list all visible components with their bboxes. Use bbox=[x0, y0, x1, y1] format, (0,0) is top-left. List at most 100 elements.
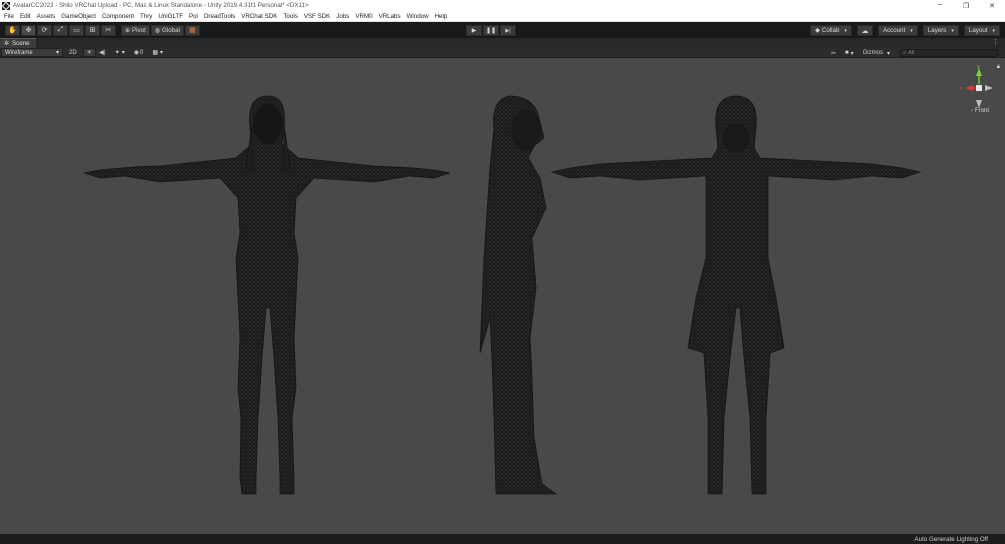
layers-dropdown[interactable]: Layers ▾ bbox=[922, 25, 959, 36]
lock-icon[interactable]: 🔒︎ bbox=[997, 64, 1000, 71]
title-bar: AvatarCC2023 - Shilo VRChat Upload - PC,… bbox=[0, 0, 1005, 11]
account-label: Account bbox=[882, 27, 906, 34]
scene-search-input[interactable]: ⌕ All bbox=[899, 49, 999, 57]
layers-label: Layers bbox=[927, 27, 947, 34]
scene-toolbar: Wireframe ▾ 2D ☀ ◀) ✦ ▾ ◉ 0 ▦ ▾ ✂ ■ ▾ Gi… bbox=[0, 48, 1005, 58]
avatar-front-view bbox=[83, 95, 451, 495]
menu-file[interactable]: File bbox=[4, 13, 14, 20]
account-dropdown[interactable]: Account ▾ bbox=[877, 25, 918, 36]
gizmos-dropdown[interactable]: Gizmos ▾ bbox=[860, 49, 893, 58]
hidden-objects-toggle[interactable]: ◉ 0 bbox=[131, 48, 147, 57]
grid-dropdown[interactable]: ▦ ▾ bbox=[149, 48, 166, 57]
move-tool-icon[interactable]: ✥ bbox=[21, 24, 36, 36]
transform-tool-icon[interactable]: ⊞ bbox=[85, 24, 100, 36]
search-placeholder: All bbox=[908, 50, 915, 56]
hand-tool-icon[interactable]: ✋ bbox=[5, 24, 20, 36]
menu-help[interactable]: Help bbox=[435, 13, 448, 20]
chevron-down-icon: ▾ bbox=[951, 27, 954, 34]
view-label[interactable]: ◦ Front bbox=[971, 108, 989, 114]
menu-jobs[interactable]: Jobs bbox=[336, 13, 349, 20]
snap-grid-icon[interactable]: ▦ bbox=[184, 24, 200, 36]
audio-toggle-icon[interactable]: ◀) bbox=[96, 48, 109, 57]
minimize-button[interactable]: ─ bbox=[927, 0, 953, 11]
toolbar-right: ◆ Collab ▾ ☁ Account ▾ Layers ▾ Layout ▾ bbox=[805, 25, 1000, 36]
menu-tools[interactable]: Tools bbox=[283, 13, 297, 20]
menu-unigltf[interactable]: UniGLTF bbox=[158, 13, 183, 20]
collab-icon: ◆ bbox=[815, 27, 820, 34]
draw-mode-dropdown[interactable]: Wireframe ▾ bbox=[1, 48, 63, 57]
eye-icon: ◉ bbox=[133, 50, 139, 56]
pivot-toggle[interactable]: ⊕ Pivot bbox=[121, 24, 150, 36]
chevron-down-icon: ▾ bbox=[886, 50, 890, 57]
camera-dropdown[interactable]: ■ ▾ bbox=[842, 49, 857, 58]
menu-component[interactable]: Component bbox=[102, 13, 134, 20]
lighting-toggle-icon[interactable]: ☀ bbox=[82, 48, 97, 57]
avatar-back-view bbox=[550, 95, 922, 495]
lighting-status[interactable]: Auto Generate Lighting Off bbox=[915, 536, 989, 543]
rotate-tool-icon[interactable]: ⟳ bbox=[37, 24, 52, 36]
grid-icon: ▦ bbox=[152, 50, 158, 56]
tab-scene-label: Scene bbox=[12, 40, 30, 47]
menu-window[interactable]: Window bbox=[407, 13, 429, 20]
main-toolbar: ✋ ✥ ⟳ ⤢ ▭ ⊞ ✂ ⊕ Pivot ◍ Global ▦ ▶ ❚❚ ▶|… bbox=[0, 22, 1005, 38]
chevron-down-icon: ▾ bbox=[55, 50, 59, 56]
scale-tool-icon[interactable]: ⤢ bbox=[53, 24, 68, 36]
chevron-down-icon: ▾ bbox=[992, 27, 995, 34]
scene-icon: ✲ bbox=[4, 41, 10, 47]
play-button[interactable]: ▶ bbox=[466, 25, 482, 36]
menu-bar: File Edit Assets GameObject Component Th… bbox=[0, 11, 1005, 22]
maximize-button[interactable]: ❐ bbox=[953, 0, 979, 11]
wireframe-avatars bbox=[83, 95, 922, 495]
menu-assets[interactable]: Assets bbox=[37, 13, 56, 20]
scene-toolbar-right: ✂ ■ ▾ Gizmos ▾ ⌕ All bbox=[825, 48, 999, 58]
hidden-count: 0 bbox=[139, 49, 144, 56]
scene-tools-icon[interactable]: ✂ bbox=[828, 49, 839, 58]
collab-dropdown[interactable]: ◆ Collab ▾ bbox=[810, 25, 852, 36]
global-toggle[interactable]: ◍ Global bbox=[150, 24, 184, 36]
window-controls: ─ ❐ ✕ bbox=[927, 0, 1005, 11]
pivot-icon: ⊕ bbox=[125, 27, 131, 34]
cloud-icon[interactable]: ☁ bbox=[856, 25, 873, 36]
playmode-controls: ▶ ❚❚ ▶| bbox=[466, 25, 517, 36]
scene-viewport[interactable]: y x 🔒︎ ◦ Front bbox=[0, 58, 1005, 534]
global-label: Global bbox=[162, 26, 180, 34]
unity-logo-icon bbox=[2, 1, 10, 10]
draw-mode-label: Wireframe bbox=[5, 49, 33, 56]
pivot-label: Pivot bbox=[132, 26, 146, 34]
menu-vsf-sdk[interactable]: VSF SDK bbox=[304, 13, 330, 20]
avatar-side-view bbox=[479, 95, 558, 495]
tab-strip: ✲ Scene ⋮ bbox=[0, 38, 1005, 48]
tab-scene[interactable]: ✲ Scene bbox=[0, 38, 36, 48]
menu-thry[interactable]: Thry bbox=[140, 13, 152, 20]
layout-dropdown[interactable]: Layout ▾ bbox=[963, 25, 1000, 36]
menu-dreadtools[interactable]: DreadTools bbox=[204, 13, 235, 20]
menu-gameobject[interactable]: GameObject bbox=[61, 13, 96, 20]
menu-poi[interactable]: Poi bbox=[189, 13, 198, 20]
custom-tool-icon[interactable]: ✂ bbox=[101, 24, 116, 36]
menu-vrchat-sdk[interactable]: VRChat SDK bbox=[241, 13, 277, 20]
effects-icon: ✦ bbox=[114, 50, 120, 56]
tab-menu-icon[interactable]: ⋮ bbox=[992, 38, 999, 46]
menu-vrlabs[interactable]: VRLabs bbox=[379, 13, 401, 20]
rect-tool-icon[interactable]: ▭ bbox=[69, 24, 84, 36]
menu-edit[interactable]: Edit bbox=[20, 13, 31, 20]
2d-toggle[interactable]: 2D bbox=[66, 48, 80, 57]
chevron-down-icon: ▾ bbox=[850, 50, 854, 57]
view-label-text: Front bbox=[974, 108, 989, 114]
chevron-down-icon: ▾ bbox=[160, 50, 164, 56]
menu-vrm0[interactable]: VRM0 bbox=[355, 13, 372, 20]
camera-icon: ■ bbox=[845, 50, 849, 56]
close-button[interactable]: ✕ bbox=[979, 0, 1005, 11]
gizmo-y-label: y bbox=[977, 64, 980, 70]
globe-icon: ◍ bbox=[154, 27, 161, 34]
chevron-down-icon: ▾ bbox=[121, 50, 125, 56]
chevron-down-icon: ▾ bbox=[910, 27, 913, 34]
effects-dropdown[interactable]: ✦ ▾ bbox=[112, 48, 128, 57]
gizmo-x-label: x bbox=[960, 86, 963, 92]
search-icon: ⌕ bbox=[903, 49, 907, 56]
pause-button[interactable]: ❚❚ bbox=[483, 25, 499, 36]
layout-label: Layout bbox=[968, 27, 988, 34]
status-bar: Auto Generate Lighting Off bbox=[0, 534, 1005, 544]
window-title: AvatarCC2023 - Shilo VRChat Upload - PC,… bbox=[13, 2, 309, 9]
step-button[interactable]: ▶| bbox=[500, 25, 516, 36]
